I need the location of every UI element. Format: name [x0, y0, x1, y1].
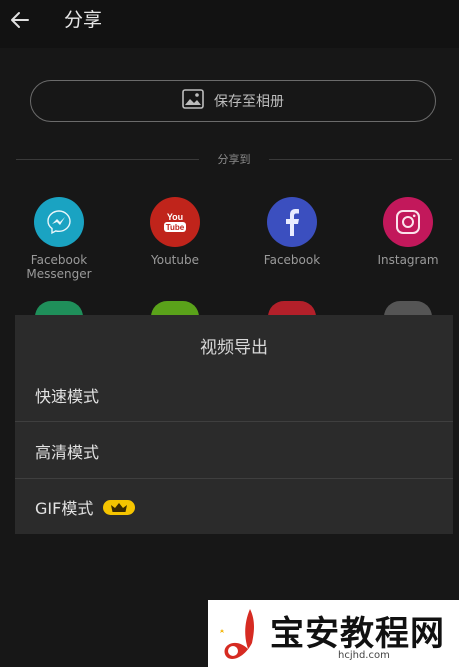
youtube-icon: You Tube	[150, 197, 200, 247]
page-title: 分享	[64, 9, 103, 31]
share-target-messenger[interactable]: Facebook Messenger	[9, 197, 109, 281]
watermark-logo: 宝安教程网 hcjhd.com	[208, 600, 459, 667]
share-section-label: 分享到	[217, 153, 251, 166]
fast-mode-option[interactable]: 快速模式	[15, 367, 453, 423]
save-to-album-button[interactable]: 保存至相册	[30, 80, 436, 122]
instagram-icon	[383, 197, 433, 247]
share-target-youtube[interactable]: You Tube Youtube	[125, 197, 225, 267]
back-arrow-icon[interactable]	[8, 8, 32, 32]
save-to-album-label: 保存至相册	[214, 94, 284, 110]
divider	[15, 421, 453, 422]
share-target-label: Instagram	[377, 253, 439, 267]
share-target-label: Facebook Messenger	[26, 253, 92, 281]
share-target-label: Youtube	[151, 253, 199, 267]
share-target-label: Facebook	[263, 253, 321, 267]
share-target-instagram[interactable]: Instagram	[358, 197, 458, 267]
hd-mode-option[interactable]: 高清模式	[15, 423, 453, 479]
option-label: GIF模式	[35, 499, 94, 518]
svg-text:Tube: Tube	[166, 223, 185, 232]
watermark-emblem-icon	[220, 609, 254, 659]
share-divider: 分享到	[16, 152, 452, 168]
video-export-sheet: 视频导出 快速模式 高清模式 GIF模式	[15, 315, 453, 534]
export-sheet-title: 视频导出	[200, 338, 268, 358]
svg-text:You: You	[167, 212, 183, 222]
share-target-facebook[interactable]: Facebook	[242, 197, 342, 267]
option-label: 快速模式	[35, 387, 100, 406]
image-icon	[182, 89, 204, 113]
top-bar: 分享	[0, 0, 459, 48]
messenger-icon	[34, 197, 84, 247]
watermark-url: hcjhd.com	[338, 650, 390, 661]
premium-badge	[103, 499, 136, 515]
crown-icon	[111, 502, 128, 512]
option-label: 高清模式	[35, 443, 100, 462]
gif-mode-option[interactable]: GIF模式	[15, 479, 453, 535]
watermark-text: 宝安教程网	[270, 614, 445, 654]
facebook-icon	[267, 197, 317, 247]
